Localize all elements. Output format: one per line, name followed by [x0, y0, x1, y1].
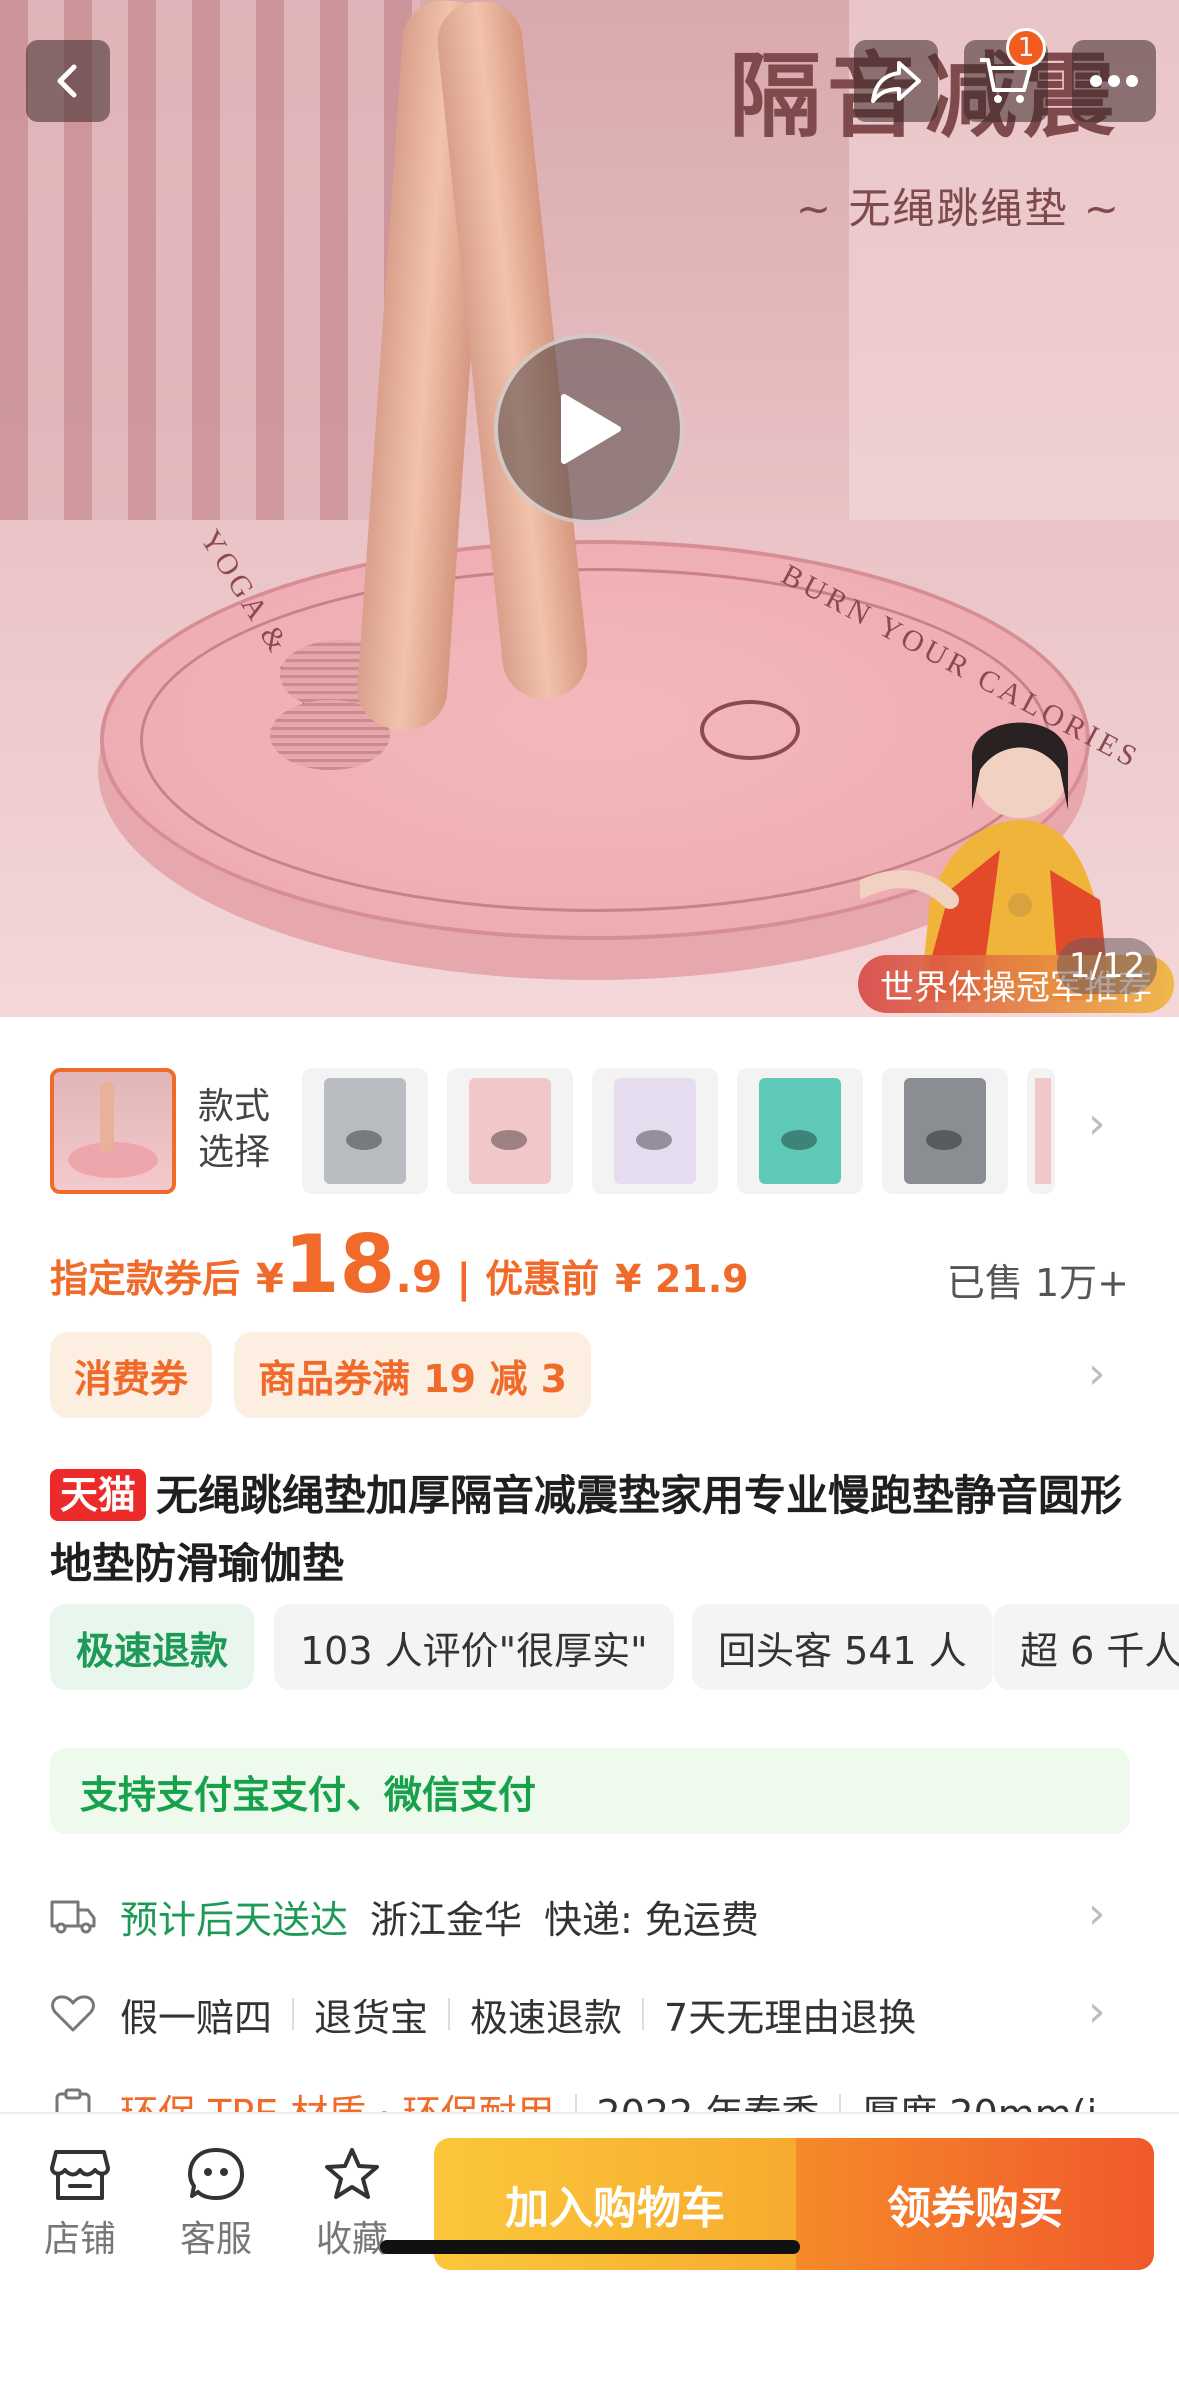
style-thumb-lavender[interactable] [592, 1068, 718, 1194]
store-icon [50, 2150, 110, 2200]
product-page: YOGA & JUMP BURN YOUR CALORIES 隔音减震 ~ 无绳… [0, 0, 1179, 2396]
thumb-leg [100, 1082, 114, 1152]
guarantee-chevron-icon[interactable]: › [1088, 1986, 1106, 2037]
style-thumb-pink[interactable] [447, 1068, 573, 1194]
favorite-label: 收藏 [315, 2219, 388, 2260]
payment-support: 支持支付宝支付、微信支付 [50, 1748, 1130, 1834]
style-picker: 款式 选择 › [0, 1068, 1179, 1194]
service-nav[interactable]: 客服 [166, 2146, 266, 2262]
thumb-footprint [926, 1130, 962, 1150]
guarantee-7day-return: 7天无理由退换 [664, 1995, 917, 2040]
coupon-chevron-icon[interactable]: › [1088, 1348, 1106, 1399]
delivery-eta: 预计后天送达 [120, 1897, 349, 1942]
cart-button[interactable]: 1 [964, 28, 1048, 122]
delivery-shipping: 快递: 免运费 [544, 1897, 759, 1942]
divider [292, 1998, 295, 2030]
tmall-badge: 天猫 [50, 1469, 147, 1521]
product-title: 天猫 无绳跳绳垫加厚隔音减震垫家用专业慢跑垫静音圆形地垫防滑瑜伽垫 [50, 1462, 1140, 1598]
style-thumb-gray[interactable] [302, 1068, 428, 1194]
share-button[interactable] [854, 40, 938, 122]
price-decimal: .9 [395, 1252, 443, 1303]
price-row: 指定款券后 ¥ 18 .9 | 优惠前 ¥ 21.9 [50, 1218, 749, 1311]
price-after-label: 指定款券后 [50, 1257, 241, 1301]
tag-add-to-cart-count[interactable]: 超 6 千人加购 [994, 1604, 1179, 1690]
guarantee-fast-refund: 极速退款 [470, 1995, 623, 2040]
style-label-line2: 选择 [198, 1132, 271, 1173]
product-title-text: 无绳跳绳垫加厚隔音减震垫家用专业慢跑垫静音圆形地垫防滑瑜伽垫 [50, 1471, 1123, 1588]
sold-count: 已售 1万+ [946, 1261, 1129, 1305]
tag-review-highlight[interactable]: 103 人评价"很厚实" [274, 1604, 674, 1690]
thumb-footprint [781, 1130, 817, 1150]
price-integer: 18 [283, 1218, 396, 1311]
style-thumb-darkgray[interactable] [882, 1068, 1008, 1194]
style-label-line1: 款式 [198, 1086, 271, 1127]
guarantee-row[interactable]: 假一赔四 退货宝 极速退款 7天无理由退换 [50, 1984, 916, 2044]
image-counter: 1/12 [1057, 938, 1157, 994]
price-before-label: 优惠前 [485, 1257, 600, 1301]
guarantee-return-insurance: 退货宝 [314, 1995, 429, 2040]
coupon-product[interactable]: 商品券满 19 减 3 [234, 1332, 592, 1418]
style-thumb-active[interactable] [50, 1068, 176, 1194]
home-indicator[interactable] [380, 2240, 800, 2254]
style-thumb-teal[interactable] [737, 1068, 863, 1194]
hero-subline: ~ 无绳跳绳垫 ~ [795, 184, 1121, 233]
price-before-value: ¥ 21.9 [615, 1257, 749, 1301]
tag-returning-customers[interactable]: 回头客 541 人 [692, 1604, 993, 1690]
thumb-footprint [636, 1130, 672, 1150]
chevron-left-icon [57, 64, 77, 98]
product-hero-image[interactable]: YOGA & JUMP BURN YOUR CALORIES 隔音减震 ~ 无绳… [0, 0, 1179, 1017]
play-icon [561, 394, 621, 464]
cart-count-badge: 1 [1006, 28, 1046, 68]
price-currency: ¥ [256, 1256, 284, 1302]
mat-logo [700, 700, 800, 760]
service-label: 客服 [179, 2219, 252, 2260]
delivery-row[interactable]: 预计后天送达 浙江金华 快递: 免运费 [50, 1886, 759, 1946]
coupon-consumer[interactable]: 消费券 [50, 1332, 213, 1418]
heart-shield-icon [50, 1991, 96, 2037]
more-button[interactable] [1072, 40, 1156, 122]
back-button[interactable] [26, 40, 110, 122]
thumb-swatch [1035, 1078, 1051, 1184]
thumb-footprint [491, 1130, 527, 1150]
divider [448, 1998, 451, 2030]
divider [642, 1998, 645, 2030]
style-label: 款式 选择 [198, 1084, 270, 1176]
share-icon [871, 61, 921, 103]
bottom-action-bar: 店铺 客服 收藏 加入购物车 领券购买 [0, 2112, 1179, 2396]
chat-face-icon [188, 2148, 244, 2200]
truck-icon [50, 1893, 96, 1939]
thumb-footprint [346, 1130, 382, 1150]
delivery-origin: 浙江金华 [370, 1897, 523, 1942]
tag-fast-refund[interactable]: 极速退款 [50, 1604, 255, 1690]
price-separator: | [456, 1256, 472, 1302]
store-nav[interactable]: 店铺 [30, 2146, 130, 2262]
play-video-button[interactable] [494, 334, 684, 524]
more-dots-icon [1090, 75, 1138, 87]
delivery-chevron-icon[interactable]: › [1088, 1888, 1106, 1939]
style-more-chevron-icon[interactable]: › [1088, 1098, 1106, 1149]
star-icon [325, 2148, 379, 2199]
guarantee-fake-compensation: 假一赔四 [120, 1995, 273, 2040]
buy-with-coupon-button[interactable]: 领券购买 [796, 2138, 1154, 2270]
style-thumb-partial[interactable] [1027, 1068, 1055, 1194]
store-label: 店铺 [43, 2219, 116, 2260]
